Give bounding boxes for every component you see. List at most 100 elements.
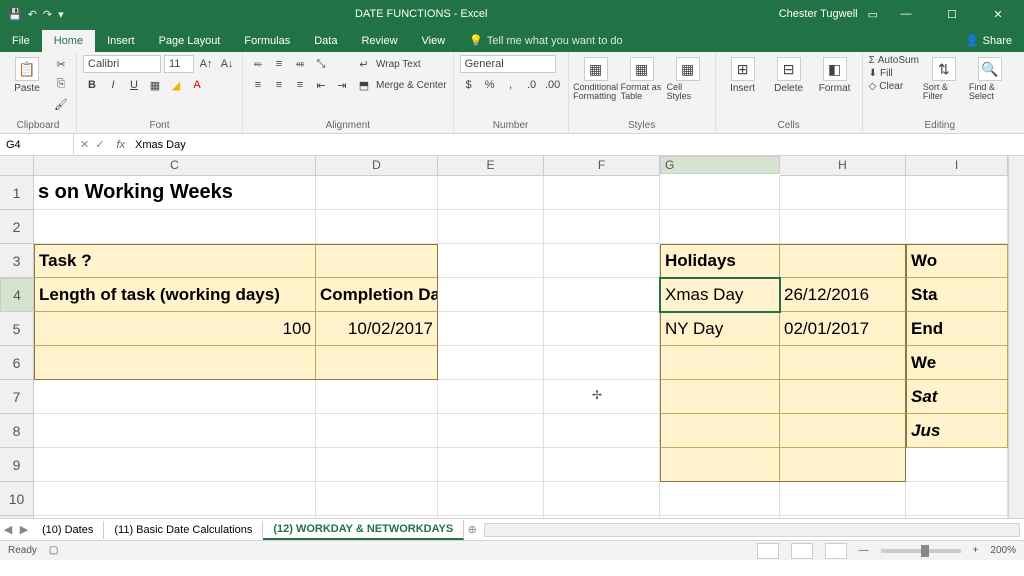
cell[interactable]: Completion Date bbox=[316, 278, 438, 312]
row-header[interactable]: 1 bbox=[0, 176, 34, 210]
decrease-font-icon[interactable]: A↓ bbox=[218, 55, 236, 73]
cell[interactable] bbox=[316, 414, 438, 448]
save-icon[interactable]: 💾 bbox=[8, 8, 22, 21]
row-header[interactable]: 9 bbox=[0, 448, 34, 482]
column-header[interactable]: G bbox=[660, 156, 780, 174]
increase-indent-icon[interactable]: ⇥ bbox=[333, 76, 351, 94]
minimize-icon[interactable]: — bbox=[888, 8, 924, 20]
fill-button[interactable]: ⬇ Fill bbox=[869, 68, 919, 79]
cell[interactable] bbox=[780, 482, 906, 516]
cell[interactable] bbox=[34, 516, 316, 518]
cell[interactable] bbox=[780, 244, 906, 278]
macro-record-icon[interactable]: ▢ bbox=[49, 545, 58, 556]
cell[interactable] bbox=[906, 448, 1008, 482]
cell[interactable] bbox=[34, 448, 316, 482]
vertical-scrollbar[interactable] bbox=[1008, 156, 1024, 518]
column-header[interactable]: H bbox=[780, 156, 906, 176]
normal-view-icon[interactable] bbox=[757, 543, 779, 559]
cell[interactable] bbox=[544, 210, 660, 244]
cell[interactable] bbox=[544, 516, 660, 518]
percent-icon[interactable]: % bbox=[481, 76, 499, 94]
cell[interactable] bbox=[544, 176, 660, 210]
cell[interactable] bbox=[34, 210, 316, 244]
font-size-select[interactable]: 11 bbox=[164, 55, 194, 73]
cell[interactable]: NY Day bbox=[660, 312, 780, 346]
row-header[interactable]: 5 bbox=[0, 312, 34, 346]
share-button[interactable]: 👤 Share bbox=[953, 29, 1024, 52]
cell[interactable] bbox=[660, 176, 780, 210]
tab-review[interactable]: Review bbox=[349, 30, 409, 52]
page-break-view-icon[interactable] bbox=[825, 543, 847, 559]
tab-data[interactable]: Data bbox=[302, 30, 349, 52]
cell[interactable] bbox=[438, 278, 544, 312]
user-name[interactable]: Chester Tugwell bbox=[779, 8, 858, 20]
cell[interactable]: Sta bbox=[906, 278, 1008, 312]
orientation-icon[interactable]: ⤡ bbox=[312, 55, 330, 73]
row-header[interactable]: 11 bbox=[0, 516, 34, 518]
cell[interactable]: Sat bbox=[906, 380, 1008, 414]
font-color-icon[interactable]: A bbox=[188, 76, 206, 94]
cell[interactable] bbox=[438, 380, 544, 414]
row-header[interactable]: 6 bbox=[0, 346, 34, 380]
currency-icon[interactable]: $ bbox=[460, 76, 478, 94]
tell-me-search[interactable]: 💡 Tell me what you want to do bbox=[457, 29, 634, 52]
cell[interactable] bbox=[316, 244, 438, 278]
cell[interactable] bbox=[544, 244, 660, 278]
sheet-nav-next-icon[interactable]: ▶ bbox=[16, 523, 32, 536]
cell[interactable]: Holidays bbox=[660, 244, 780, 278]
formula-input[interactable]: Xmas Day bbox=[131, 139, 1024, 151]
format-cells-button[interactable]: ◧ Format bbox=[814, 55, 856, 94]
decrease-decimal-icon[interactable]: .00 bbox=[544, 76, 562, 94]
cell[interactable] bbox=[660, 414, 780, 448]
row-header[interactable]: 7 bbox=[0, 380, 34, 414]
sheet-nav-prev-icon[interactable]: ◀ bbox=[0, 523, 16, 536]
row-header[interactable]: 8 bbox=[0, 414, 34, 448]
close-icon[interactable]: ✕ bbox=[980, 8, 1016, 21]
cell[interactable] bbox=[906, 210, 1008, 244]
comma-icon[interactable]: , bbox=[502, 76, 520, 94]
align-top-icon[interactable]: ⬴ bbox=[249, 55, 267, 73]
align-left-icon[interactable]: ≡ bbox=[249, 76, 267, 94]
column-header[interactable]: E bbox=[438, 156, 544, 176]
cell[interactable] bbox=[780, 414, 906, 448]
cell[interactable] bbox=[316, 380, 438, 414]
horizontal-scrollbar[interactable] bbox=[484, 523, 1020, 537]
row-header[interactable]: 3 bbox=[0, 244, 34, 278]
border-icon[interactable]: ▦ bbox=[146, 76, 164, 94]
cells-area[interactable]: s on Working WeeksTask ?HolidaysWoLength… bbox=[34, 176, 1008, 518]
qat-dropdown-icon[interactable]: ▾ bbox=[58, 8, 64, 21]
font-name-select[interactable]: Calibri bbox=[83, 55, 161, 73]
zoom-out-icon[interactable]: — bbox=[859, 545, 869, 556]
cell[interactable] bbox=[316, 176, 438, 210]
italic-button[interactable]: I bbox=[104, 76, 122, 94]
merge-center-button[interactable]: ⬒ Merge & Center bbox=[355, 76, 447, 94]
cell[interactable] bbox=[34, 482, 316, 516]
cell[interactable] bbox=[316, 210, 438, 244]
cell[interactable]: 26/12/2016 bbox=[780, 278, 906, 312]
number-format-select[interactable]: General bbox=[460, 55, 556, 73]
cell[interactable] bbox=[438, 516, 544, 518]
zoom-level[interactable]: 200% bbox=[990, 545, 1016, 556]
cell[interactable] bbox=[660, 210, 780, 244]
cell[interactable]: s on Working Weeks bbox=[34, 176, 316, 210]
align-middle-icon[interactable]: ≡ bbox=[270, 55, 288, 73]
cell[interactable] bbox=[438, 210, 544, 244]
cell[interactable] bbox=[544, 482, 660, 516]
cell[interactable] bbox=[906, 176, 1008, 210]
name-box[interactable]: G4 bbox=[0, 134, 74, 155]
row-header[interactable]: 4 bbox=[0, 278, 34, 312]
redo-icon[interactable]: ↷ bbox=[43, 8, 52, 21]
cell[interactable] bbox=[438, 346, 544, 380]
cell[interactable] bbox=[438, 312, 544, 346]
tab-insert[interactable]: Insert bbox=[95, 30, 147, 52]
cell[interactable] bbox=[438, 414, 544, 448]
cell[interactable]: 100 bbox=[34, 312, 316, 346]
cell[interactable] bbox=[438, 176, 544, 210]
new-sheet-icon[interactable]: ⊕ bbox=[464, 523, 480, 536]
column-header[interactable]: I bbox=[906, 156, 1008, 176]
align-bottom-icon[interactable]: ⬵ bbox=[291, 55, 309, 73]
row-header[interactable]: 2 bbox=[0, 210, 34, 244]
zoom-slider[interactable] bbox=[881, 549, 961, 553]
autosum-button[interactable]: Σ AutoSum bbox=[869, 55, 919, 66]
cell[interactable] bbox=[316, 448, 438, 482]
